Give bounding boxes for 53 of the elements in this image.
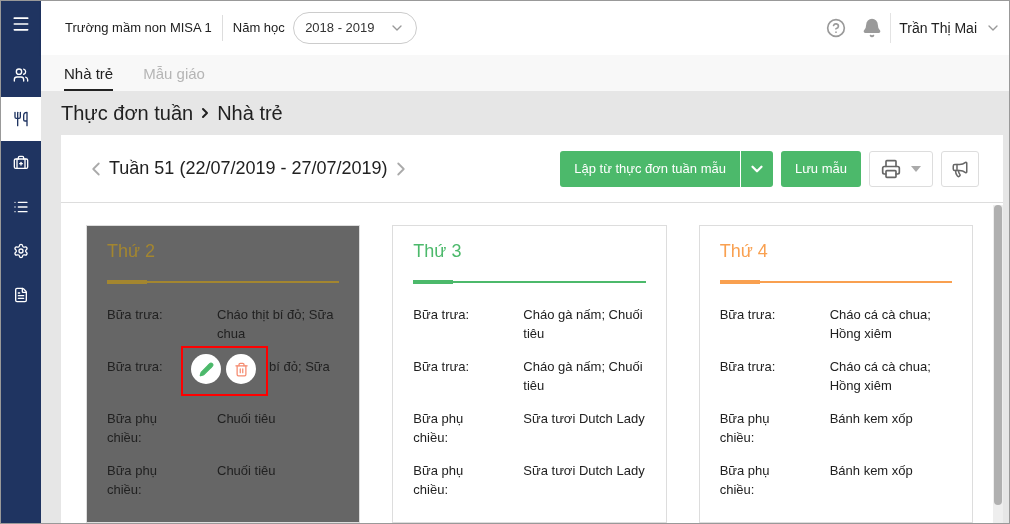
- user-menu[interactable]: Trần Thị Mai: [899, 17, 1001, 39]
- meal-label: Bữa phụ chiều:: [719, 410, 771, 447]
- breadcrumb-current: Nhà trẻ: [217, 101, 283, 126]
- meal-value: Cháo cá cà chua; Hồng xiêm: [829, 358, 932, 395]
- meal-label: Bữa phụ chiều:: [413, 410, 465, 447]
- print-button[interactable]: [869, 150, 933, 187]
- week-title: Tuần 51 (22/07/2019 - 27/07/2019): [109, 157, 388, 180]
- year-label: Năm học: [232, 19, 285, 38]
- bell-icon[interactable]: [862, 18, 883, 38]
- meal-label: Bữa phụ chiều:: [413, 462, 465, 499]
- list-icon: [13, 199, 29, 215]
- delete-button[interactable]: [226, 354, 256, 384]
- meal-value: Cháo gà nấm; Chuối tiêu: [523, 306, 644, 343]
- meal-value: bí đỏ; Sữa: [269, 359, 330, 374]
- meal-value: Bánh kem xốp: [829, 410, 914, 428]
- meal-value: Sữa tươi Dutch Lady: [523, 462, 646, 480]
- meal-value: Cháo gà nấm; Chuối tiêu: [523, 358, 644, 395]
- meal-label: Bữa trưa:: [107, 306, 164, 324]
- settings-icon: [13, 243, 29, 259]
- document-icon: [13, 287, 29, 303]
- megaphone-icon: [951, 159, 969, 178]
- meal-value: Bánh kem xốp: [829, 462, 914, 480]
- trash-icon: [233, 361, 249, 377]
- announce-button[interactable]: [941, 150, 979, 187]
- medical-kit-icon: [13, 155, 29, 171]
- meal-value: Chuối tiêu: [217, 410, 277, 428]
- meal-label: Bữa trưa:: [413, 358, 471, 376]
- help-icon[interactable]: [826, 18, 847, 38]
- users-icon: [13, 67, 29, 83]
- edit-button[interactable]: [191, 354, 221, 384]
- sidebar-item[interactable]: [1, 97, 41, 141]
- meal-label: Bữa trưa:: [719, 306, 777, 324]
- tab[interactable]: Nhà trẻ: [64, 62, 114, 91]
- caret-icon: [911, 165, 921, 172]
- printer-icon: [881, 158, 901, 179]
- meal-label: Bữa trưa:: [413, 306, 471, 324]
- meal-label: Bữa phụ chiều:: [719, 462, 771, 499]
- meal-label: Bữa phụ chiều:: [107, 462, 158, 499]
- pencil-icon: [198, 361, 214, 377]
- breadcrumb-parent[interactable]: Thực đơn tuần: [61, 98, 194, 128]
- day-title: Thứ 2: [107, 240, 157, 263]
- school-name: Trường mầm non MISA 1: [65, 19, 212, 38]
- meal-label: Bữa phụ chiều:: [107, 410, 158, 447]
- meal-value: Cháo thịt bí đỏ; Sữa chua: [217, 306, 335, 343]
- meal-value: Cháo cá cà chua; Hồng xiêm: [829, 306, 932, 343]
- day-title: Thứ 3: [413, 240, 463, 263]
- meal-label: Bữa trưa:: [107, 358, 164, 376]
- meal-label: Bữa trưa:: [719, 358, 777, 376]
- menu-icon: [11, 14, 31, 34]
- fork-knife-icon: [13, 111, 29, 127]
- meal-value: Sữa tươi Dutch Lady: [523, 410, 646, 428]
- meal-value: Chuối tiêu: [217, 462, 277, 480]
- day-title: Thứ 4: [719, 240, 769, 263]
